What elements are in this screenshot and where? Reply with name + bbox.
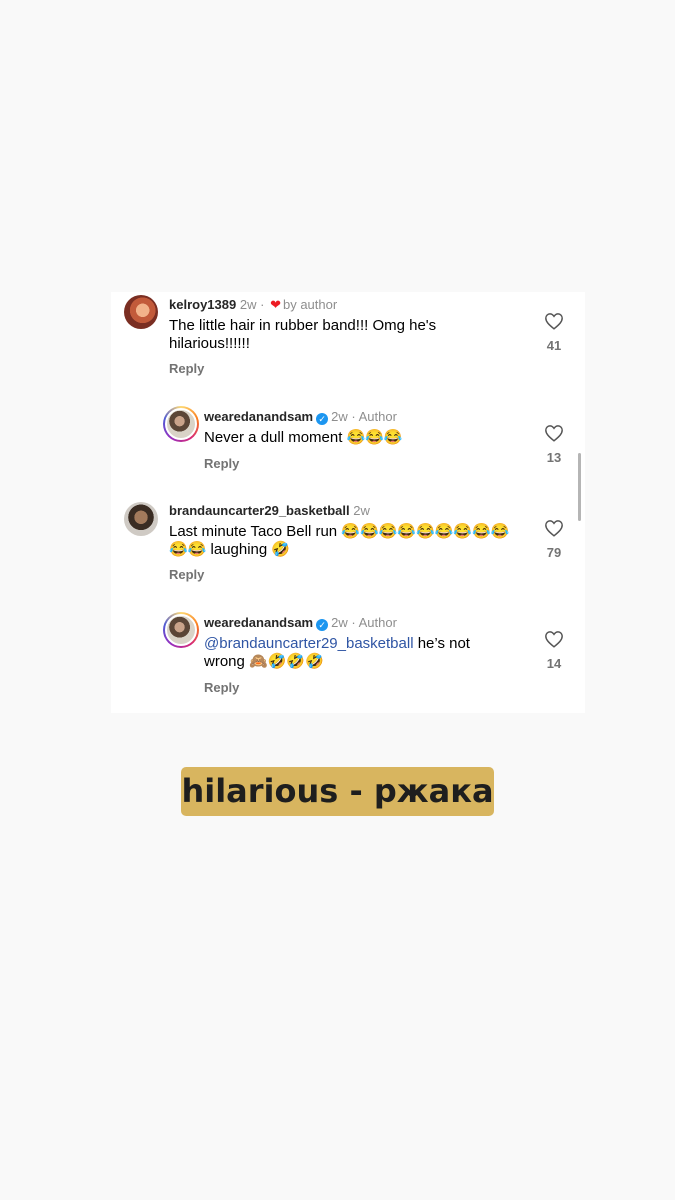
meta-separator: · [351,409,356,424]
like-button[interactable]: 13 [539,424,569,465]
comment-username[interactable]: wearedanandsam [204,615,313,630]
like-button[interactable]: 14 [539,630,569,671]
user-avatar-story-ring[interactable] [163,612,199,648]
heart-outline-icon[interactable] [544,519,564,537]
scrollbar[interactable] [578,453,581,521]
comment-text: @brandauncarter29_basketball he’s not wr… [204,635,504,671]
user-avatar-story-ring[interactable] [163,406,199,442]
reply-button[interactable]: Reply [169,361,204,376]
reply-button[interactable]: Reply [204,456,239,471]
user-avatar[interactable] [124,295,158,329]
comment-text: Never a dull moment 😂😂😂 [204,429,403,446]
comment-text: Last minute Taco Bell run 😂😂😂😂😂😂😂😂😂😂😂 la… [169,523,510,558]
comment-username[interactable]: brandauncarter29_basketball [169,503,350,518]
like-button[interactable]: 79 [539,519,569,560]
verified-badge-icon: ✓ [316,413,329,425]
comment-meta: brandauncarter29_basketball 2w [169,503,370,518]
reply-button[interactable]: Reply [169,567,204,582]
user-avatar[interactable] [124,502,158,536]
caption-text: hilarious - ржака [181,772,494,810]
verified-badge-icon: ✓ [316,619,329,631]
author-liked-heart-icon: ❤ [270,297,281,312]
liked-by-author-badge: by author [282,297,338,312]
comment-meta: wearedanandsam ✓ 2w · Author [204,615,397,631]
like-count: 14 [546,656,562,671]
author-badge: Author [358,409,397,424]
caption-banner: hilarious - ржака [181,767,494,816]
heart-outline-icon[interactable] [544,312,564,330]
comment-time: 2w [331,409,348,424]
comment-time: 2w [331,615,348,630]
comment-time: 2w [353,503,370,518]
comment-username[interactable]: kelroy1389 [169,297,236,312]
comment-meta: wearedanandsam ✓ 2w · Author [204,409,397,425]
meta-separator: · [351,615,356,630]
author-badge: Author [358,615,397,630]
comment-meta: kelroy1389 2w · ❤ by author [169,297,337,313]
user-mention-link[interactable]: @brandauncarter29_basketball [204,635,414,652]
comment-time: 2w [239,297,257,312]
reply-button[interactable]: Reply [204,680,239,695]
comments-panel: kelroy1389 2w · ❤ by author The little ha… [111,292,585,713]
like-count: 41 [546,338,562,353]
comment-username[interactable]: wearedanandsam [204,409,313,424]
like-button[interactable]: 41 [539,312,569,353]
like-count: 79 [546,545,562,560]
heart-outline-icon[interactable] [544,424,564,442]
heart-outline-icon[interactable] [544,630,564,648]
meta-separator: · [260,297,265,312]
like-count: 13 [546,450,562,465]
comment-text: The little hair in rubber band!!! Omg he… [169,317,437,352]
